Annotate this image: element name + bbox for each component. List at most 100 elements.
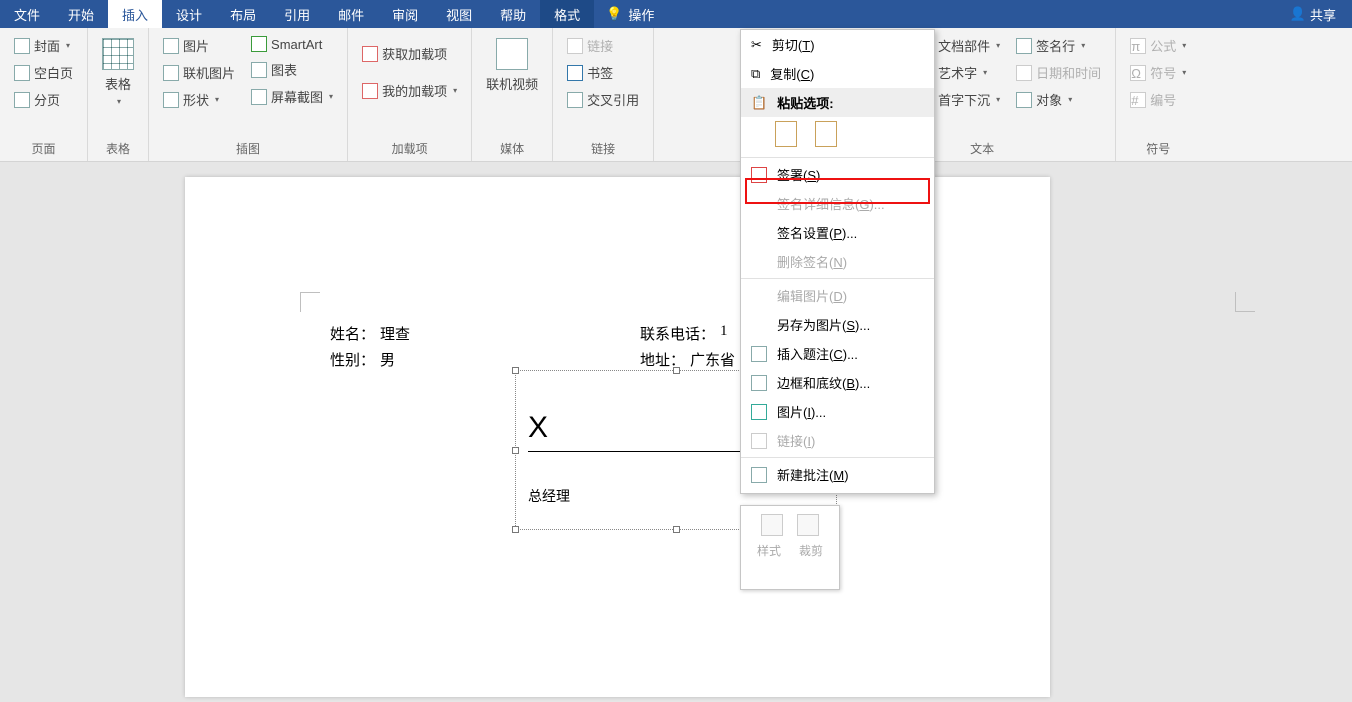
ctx-sig-setup[interactable]: 签名设置(P)...: [741, 218, 934, 247]
get-addins-button[interactable]: 获取加载项: [358, 42, 461, 65]
paste-options: [741, 117, 934, 155]
tab-home[interactable]: 开始: [54, 0, 108, 28]
gender-value: 男: [380, 349, 395, 370]
crossref-icon: [567, 92, 583, 108]
shapes-icon: [163, 92, 179, 108]
bookmark-icon: [567, 65, 583, 81]
screenshot-button[interactable]: 屏幕截图▾: [247, 85, 337, 108]
caption-icon: [751, 346, 767, 362]
scissors-icon: ✂: [751, 37, 762, 53]
tab-format[interactable]: 格式: [540, 0, 594, 28]
ctx-save-as-picture[interactable]: 另存为图片(S)...: [741, 310, 934, 339]
signature-icon: [1016, 38, 1032, 54]
context-menu: ✂剪切(T) ⧉复制(C) 📋粘贴选项: 签署(S)... 签名详细信息(G).…: [740, 29, 935, 494]
resize-handle[interactable]: [512, 367, 519, 374]
crop-icon[interactable]: [797, 514, 819, 536]
resize-handle[interactable]: [512, 447, 519, 454]
group-label-media: 媒体: [478, 136, 546, 161]
number-button: #编号: [1126, 88, 1190, 111]
tab-design[interactable]: 设计: [162, 0, 216, 28]
cover-page-button[interactable]: 封面▾: [10, 34, 77, 57]
crossref-button[interactable]: 交叉引用: [563, 88, 643, 111]
ctx-border-shading[interactable]: 边框和底纹(B)...: [741, 368, 934, 397]
resize-handle[interactable]: [673, 526, 680, 533]
link-icon: [567, 38, 583, 54]
group-addins: 获取加载项 我的加载项▾ 加载项: [348, 28, 472, 161]
resize-handle[interactable]: [512, 526, 519, 533]
chart-button[interactable]: 图表: [247, 58, 337, 81]
link-button: 链接: [563, 34, 643, 57]
signature-title: 总经理: [528, 486, 570, 506]
blank-page-button[interactable]: 空白页: [10, 61, 77, 84]
tab-mailings[interactable]: 邮件: [324, 0, 378, 28]
group-label-illustrations: 插图: [155, 136, 341, 161]
ctx-paste-options-header: 📋粘贴选项:: [741, 88, 934, 117]
blank-page-icon: [14, 65, 30, 81]
tell-me-label: 操作: [628, 5, 654, 24]
store-icon: [362, 46, 378, 62]
tab-references[interactable]: 引用: [270, 0, 324, 28]
ctx-new-comment[interactable]: 新建批注(M): [741, 460, 934, 489]
group-label-addins: 加载项: [354, 136, 465, 161]
picture-button[interactable]: 图片: [159, 34, 239, 57]
style-icon[interactable]: [761, 514, 783, 536]
group-label-pages: 页面: [6, 136, 81, 161]
online-picture-button[interactable]: 联机图片: [159, 61, 239, 84]
table-button[interactable]: 表格▾: [94, 32, 142, 112]
sign-icon: [751, 167, 767, 183]
equation-icon: π: [1130, 38, 1146, 54]
online-video-icon: [496, 38, 528, 70]
object-button[interactable]: 对象▾: [1012, 88, 1105, 111]
shapes-button[interactable]: 形状▾: [159, 88, 239, 111]
bookmark-button[interactable]: 书签: [563, 61, 643, 84]
group-label-tables: 表格: [94, 136, 142, 161]
my-addins-button[interactable]: 我的加载项▾: [358, 79, 461, 102]
menubar: 文件 开始 插入 设计 布局 引用 邮件 审阅 视图 帮助 格式 💡 操作 👤 …: [0, 0, 1352, 28]
ctx-cut[interactable]: ✂剪切(T): [741, 30, 934, 59]
paste-option-1[interactable]: [775, 121, 797, 147]
separator: [741, 157, 934, 158]
ctx-picture[interactable]: 图片(I)...: [741, 397, 934, 426]
resize-handle[interactable]: [673, 367, 680, 374]
smartart-button[interactable]: SmartArt: [247, 34, 337, 54]
margin-corner: [1235, 292, 1255, 312]
group-pages: 封面▾ 空白页 分页 页面: [0, 28, 88, 161]
phone-label: 联系电话：: [640, 323, 715, 344]
share-button[interactable]: 👤 共享: [1274, 0, 1352, 28]
tab-insert[interactable]: 插入: [108, 0, 162, 28]
tab-review[interactable]: 审阅: [378, 0, 432, 28]
page-break-button[interactable]: 分页: [10, 88, 77, 111]
tab-view[interactable]: 视图: [432, 0, 486, 28]
chart-icon: [251, 62, 267, 78]
ctx-copy[interactable]: ⧉复制(C): [741, 59, 934, 88]
document-area[interactable]: 姓名： 理查 性别： 男 联系电话： 1 地址： 广东省 X 总经理: [0, 162, 1352, 702]
online-picture-icon: [163, 65, 179, 81]
comment-icon: [751, 467, 767, 483]
tab-file[interactable]: 文件: [0, 0, 54, 28]
group-illustrations: 图片 联机图片 形状▾ SmartArt 图表 屏幕截图▾ 插图: [149, 28, 348, 161]
ctx-sign[interactable]: 签署(S)...: [741, 160, 934, 189]
group-media: 联机视频 媒体: [472, 28, 553, 161]
group-label-links: 链接: [559, 136, 647, 161]
tab-layout[interactable]: 布局: [216, 0, 270, 28]
signature-line-button[interactable]: 签名行▾: [1012, 34, 1105, 57]
tell-me[interactable]: 💡 操作: [594, 0, 666, 28]
number-icon: #: [1130, 92, 1146, 108]
online-video-button[interactable]: 联机视频: [478, 32, 546, 99]
bulb-icon: 💡: [606, 6, 622, 22]
clipboard-icon: 📋: [751, 95, 767, 111]
ctx-edit-picture: 编辑图片(D): [741, 281, 934, 310]
tab-help[interactable]: 帮助: [486, 0, 540, 28]
group-label-symbols: 符号: [1122, 136, 1194, 161]
smartart-icon: [251, 36, 267, 52]
person-icon: 👤: [1290, 6, 1306, 22]
ctx-insert-caption[interactable]: 插入题注(C)...: [741, 339, 934, 368]
my-addins-icon: [362, 83, 378, 99]
paste-option-2[interactable]: [815, 121, 837, 147]
ctx-link: 链接(I): [741, 426, 934, 455]
name-value: 理查: [380, 323, 410, 344]
name-label: 姓名：: [330, 323, 375, 344]
group-symbols: π公式▾ Ω符号▾ #编号 符号: [1116, 28, 1200, 161]
margin-corner: [300, 292, 320, 312]
signature-x: X: [528, 411, 548, 445]
